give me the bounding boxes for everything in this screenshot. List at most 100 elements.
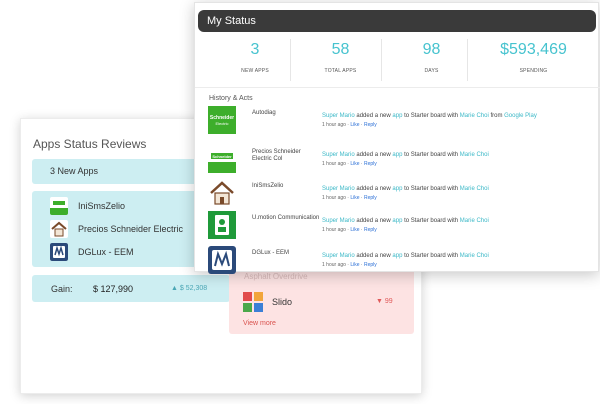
activity-fragment: added a new [354,253,393,259]
activity-fragment: to Starter board with [402,113,460,119]
card-title: Apps Status Reviews [33,137,147,151]
activity-meta: 1 hour ago · Like · Reply [322,161,377,167]
user-link[interactable]: Super Mario [322,218,355,224]
my-status-card: My Status 3 NEW APPS 58 TOTAL APPS 98 DA… [194,2,600,274]
like-link[interactable]: Like [350,227,359,233]
reply-link[interactable]: Reply [364,227,377,233]
activity-fragment: added a new [354,186,393,192]
user-link[interactable]: Super Mario [322,152,355,158]
gain-label: Gain: [51,284,73,294]
app-name: IniSmsZelio [252,183,284,189]
dglux-app-icon [50,243,68,261]
activity-meta: 1 hour ago · Like · Reply [322,227,377,233]
list-item-label: IniSmsZelio [78,201,126,211]
activity-fragment: to Starter board with [402,218,460,224]
app-link[interactable]: app [392,186,402,192]
app-link[interactable]: app [392,113,402,119]
activity-meta: 1 hour ago · Like · Reply [322,262,377,268]
activity-fragment: added a new [354,113,393,119]
screen: Apps Status Reviews 3 New Apps ▲ IniSmsZ… [0,0,600,404]
like-link[interactable]: Like [350,161,359,167]
stat-label: SPENDING [519,68,548,74]
app-link[interactable]: app [392,152,402,158]
like-link[interactable]: Like [350,262,359,268]
stat-total-apps: 58 TOTAL APPS [290,39,390,81]
activity-fragment: to Starter board with [402,152,460,158]
list-item[interactable]: IniSmsZelio [50,195,125,217]
activity-item: IniSmsZelio Super Mario added a new app … [208,179,588,207]
app-link[interactable]: app [392,253,402,259]
activity-fragment: from [488,113,505,119]
divider [195,87,600,88]
house-icon [50,220,68,238]
timestamp: 1 hour ago · [322,195,351,201]
list-item-label: DGLux - EEM [78,247,134,257]
history-title: History & Acts [209,95,253,102]
timestamp: 1 hour ago · [322,161,351,167]
activity-meta: 1 hour ago · Like · Reply [322,195,377,201]
slido-delta: ▼ 99 [376,298,393,305]
activity-item: DGLux - EEM Super Mario added a new app … [208,246,588,274]
reply-link[interactable]: Reply [364,262,377,268]
activity-fragment: to Starter board with [402,253,460,259]
activity-meta: 1 hour ago · Like · Reply [322,122,377,128]
reply-link[interactable]: Reply [364,161,377,167]
activity-item: Schneider Electric Autodiag Super Mario … [208,106,588,134]
stat-value: 58 [331,41,350,58]
view-more-link[interactable]: View more [243,320,276,327]
activity-text: Super Mario added a new app to Starter b… [322,152,489,158]
activity-text: Super Mario added a new app to Starter b… [322,218,489,224]
activity-item: U.motion Communication Super Mario added… [208,211,588,239]
list-item[interactable]: DGLux - EEM [50,241,134,263]
house-icon [208,179,236,207]
person-link[interactable]: Marie Choi [460,113,489,119]
card-title: My Status [207,15,256,27]
activity-text: Super Mario added a new app to Starter b… [322,253,489,259]
schneider-logo-icon: Schneider Electric [208,106,236,134]
person-link[interactable]: Marie Choi [460,218,489,224]
timestamp: 1 hour ago · [322,262,351,268]
stat-days: 98 DAYS [381,39,481,81]
timestamp: 1 hour ago · [322,122,351,128]
declining-apps-panel: Asphalt Overdrive Slido ▼ 99 View more [229,268,414,334]
slido-label: Slido [272,297,293,307]
source-link[interactable]: Google Play [504,113,537,119]
activity-item: Schneider Precios Schneider Electric Col… [208,145,588,173]
umotion-app-icon [208,211,236,239]
new-apps-label: 3 New Apps [50,166,99,176]
stat-value: $593,469 [500,41,567,58]
dglux-app-icon [208,246,236,274]
app-name: DGLux - EEM [252,250,290,256]
gain-summary: Gain: $ 127,990 ▲ $ 52,308 [32,275,230,302]
activity-text: Super Mario added a new app to Starter b… [322,113,537,119]
user-link[interactable]: Super Mario [322,186,355,192]
activity-text: Super Mario added a new app to Starter b… [322,186,489,192]
stats-row: 3 NEW APPS 58 TOTAL APPS 98 DAYS $593,46… [195,39,600,81]
reply-link[interactable]: Reply [364,122,377,128]
svg-text:Schneider: Schneider [212,154,232,159]
schneider-grass-logo-icon: Schneider [208,145,236,173]
app-link[interactable]: app [392,218,402,224]
reply-link[interactable]: Reply [364,195,377,201]
timestamp: 1 hour ago · [322,227,351,233]
app-name: U.motion Communication [252,215,320,221]
stat-label: TOTAL APPS [324,68,357,74]
person-link[interactable]: Marie Choi [460,152,489,158]
person-link[interactable]: Marie Choi [460,186,489,192]
activity-fragment: added a new [354,218,393,224]
app-name: Autodiag [252,110,276,116]
like-link[interactable]: Like [350,195,359,201]
slido-app-icon [243,292,263,312]
like-link[interactable]: Like [350,122,359,128]
inismszelio-app-icon [50,197,68,215]
stat-spending: $593,469 SPENDING [467,39,599,81]
user-link[interactable]: Super Mario [322,113,355,119]
activity-fragment: to Starter board with [402,186,460,192]
card-header: My Status [198,10,596,32]
activity-fragment: added a new [354,152,393,158]
person-link[interactable]: Marie Choi [460,253,489,259]
gain-delta: ▲ $ 52,308 [171,285,208,292]
svg-text:Electric: Electric [215,121,228,126]
user-link[interactable]: Super Mario [322,253,355,259]
list-item[interactable]: Precios Schneider Electric [50,218,183,240]
